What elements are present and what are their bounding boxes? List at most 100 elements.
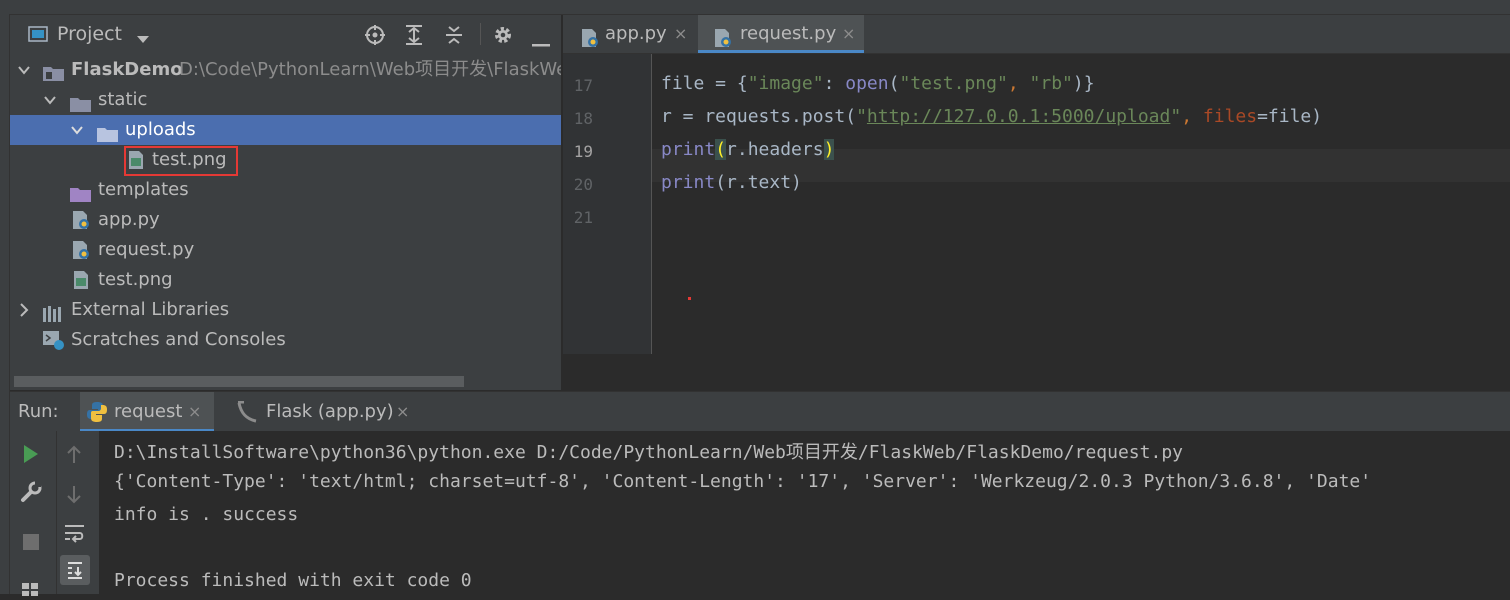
gear-icon[interactable] (492, 24, 514, 50)
python-file-icon (714, 24, 732, 62)
project-panel: Project FlaskDemo D:\Code\PythonLearn\We… (10, 15, 561, 390)
stop-icon[interactable] (23, 534, 39, 554)
flask-run-icon (236, 400, 260, 427)
code-builtin: print (661, 172, 716, 193)
root-path: D:\Code\PythonLearn\Web项目开发\FlaskWe (179, 59, 561, 80)
chevron-down-icon[interactable] (16, 55, 32, 85)
code-token: : (823, 73, 846, 94)
tab-app-py[interactable]: app.py × (563, 15, 696, 53)
top-strip (0, 0, 1510, 15)
run-tab-flask[interactable]: Flask (app.py) × (224, 392, 424, 432)
close-icon[interactable]: × (842, 15, 855, 53)
run-label: Run: (18, 401, 59, 422)
wrench-icon[interactable] (20, 481, 42, 507)
horizontal-scrollbar[interactable] (14, 376, 464, 387)
tree-item-label: templates (98, 179, 189, 200)
tree-item-test-png[interactable]: test.png (10, 265, 561, 295)
code-builtin: open (845, 73, 889, 94)
code-token: , (1181, 106, 1203, 127)
code-line-19[interactable]: print(r.headers) (661, 139, 835, 160)
code-token: )} (1072, 73, 1095, 94)
line-number: 17 (573, 76, 593, 95)
code-token: r.headers (726, 139, 824, 160)
caret-marker (688, 297, 691, 300)
tab-label: request.py (740, 23, 837, 44)
root-name: FlaskDemo (71, 59, 183, 80)
tree-item-templates[interactable]: templates (10, 175, 561, 205)
left-tool-stripe (0, 14, 10, 594)
console-line: Process finished with exit code 0 (114, 570, 472, 591)
code-token: , (1007, 73, 1030, 94)
code-string: "rb" (1029, 73, 1073, 94)
code-token: (r.text) (715, 172, 802, 193)
toolbar-divider (56, 431, 57, 594)
code-line-18[interactable]: r = requests.post( "http://127.0.0.1:5000… (661, 106, 1322, 127)
tree-item-scratches[interactable]: Scratches and Consoles (10, 325, 561, 355)
python-icon (86, 401, 108, 427)
close-icon[interactable]: × (674, 15, 687, 53)
console-line: info is . success (114, 504, 299, 525)
console-line: D:\InstallSoftware\python36\python.exe D… (114, 442, 1183, 463)
chevron-down-icon[interactable] (136, 30, 150, 49)
tab-label: app.py (605, 23, 667, 44)
rerun-play-icon[interactable] (22, 444, 40, 468)
tree-item-label: External Libraries (71, 299, 230, 320)
code-param: files (1202, 106, 1258, 127)
code-brace-match: ( (715, 139, 727, 160)
arrow-down-icon[interactable] (66, 484, 82, 508)
scroll-to-end-button[interactable] (60, 555, 90, 585)
line-number: 18 (573, 109, 593, 128)
editor-gutter: 17 18 19 20 21 (563, 54, 652, 354)
code-token: ( (888, 73, 900, 94)
expand-all-icon[interactable] (404, 24, 424, 50)
tree-item-app-py[interactable]: app.py (10, 205, 561, 235)
code-brace-match: ) (823, 139, 835, 160)
chevron-down-icon[interactable] (69, 115, 85, 145)
tree-root-flaskdemo[interactable]: FlaskDemo D:\Code\PythonLearn\Web项目开发\Fl… (10, 55, 561, 85)
code-token: r = requests.post( (661, 106, 857, 127)
collapse-all-icon[interactable] (444, 24, 464, 50)
tree-item-uploads[interactable]: uploads (10, 115, 561, 145)
project-panel-title[interactable]: Project (57, 15, 122, 53)
scratches-icon (43, 331, 65, 361)
editor-status-area (563, 354, 1510, 390)
code-url[interactable]: http://127.0.0.1:5000/upload (867, 106, 1170, 127)
highlight-box (124, 146, 238, 176)
line-number: 20 (573, 175, 593, 194)
run-tab-request[interactable]: request × (80, 392, 214, 432)
run-toolbar (10, 431, 99, 596)
line-number: 21 (573, 208, 593, 227)
tab-request-py[interactable]: request.py × (698, 15, 864, 53)
code-line-17[interactable]: file = {"image": open("test.png", "rb")} (661, 73, 1095, 94)
line-number: 19 (573, 142, 593, 161)
run-tab-label: Flask (app.py) (266, 401, 394, 422)
editor-tab-bar: app.py × request.py × (563, 15, 1510, 54)
arrow-up-icon[interactable] (66, 445, 82, 469)
header-divider (480, 23, 481, 45)
locate-target-icon[interactable] (364, 24, 386, 50)
code-string: "image" (747, 73, 824, 94)
tree-item-static[interactable]: static (10, 85, 561, 115)
code-line-20[interactable]: print(r.text) (661, 172, 802, 193)
run-tool-bar: Run: request × Flask (app.py) × (10, 391, 1510, 432)
close-icon[interactable]: × (396, 392, 409, 432)
code-string: " (1170, 106, 1182, 127)
console-output[interactable]: D:\InstallSoftware\python36\python.exe D… (99, 431, 1510, 594)
scroll-to-end-icon (68, 562, 82, 579)
tree-item-label: request.py (98, 239, 195, 260)
chevron-right-icon[interactable] (16, 295, 32, 325)
tree-item-uploads-test-png[interactable]: test.png (10, 145, 561, 176)
soft-wrap-icon[interactable] (64, 523, 86, 547)
tree-item-label: Scratches and Consoles (71, 329, 286, 350)
code-token: =file) (1257, 106, 1323, 127)
close-icon[interactable]: × (188, 392, 201, 432)
chevron-down-icon[interactable] (42, 85, 58, 115)
code-string: "test.png" (899, 73, 1008, 94)
code-builtin: print (661, 139, 716, 160)
minimize-icon[interactable] (532, 33, 550, 52)
tree-item-request-py[interactable]: request.py (10, 235, 561, 265)
editor: app.py × request.py × 17 18 19 20 21 fil… (563, 15, 1510, 354)
code-token: file = { (661, 73, 748, 94)
tree-item-external-libraries[interactable]: External Libraries (10, 295, 561, 325)
dump-threads-icon[interactable] (22, 581, 40, 600)
